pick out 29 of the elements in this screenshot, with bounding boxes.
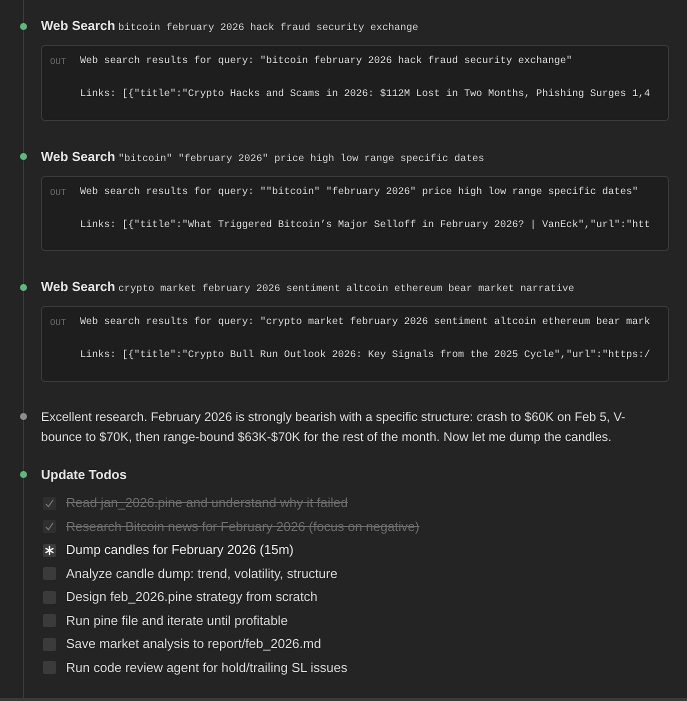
output-line: Links: [{"title":"Crypto Bull Run Outlook 2026: Key Signals from the 2025 Cycle","url":"https:/ (80, 348, 650, 363)
search-query: bitcoin february 2026 hack fraud security exchange (118, 22, 418, 36)
output-line: Web search results for query: "crypto market february 2026 sentiment altcoin ethereum bear mark (80, 316, 650, 330)
todo-text: Save market analysis to report/feb_2026.md (66, 635, 322, 654)
tool-name: Web Search (41, 278, 116, 296)
search-query: "bitcoin" "february 2026" price high low range specific dates (118, 152, 484, 166)
output-label: OUT (50, 317, 68, 330)
output-label: OUT (50, 56, 68, 69)
checkbox[interactable] (43, 520, 56, 534)
check-icon (45, 498, 54, 508)
todo-text: Design feb_2026.pine strategy from scratch (66, 588, 318, 606)
output-line: Web search results for query: ""bitcoin" "february 2026" price high low range specific dates" (80, 186, 638, 200)
todo-text: Analyze candle dump: trend, volatility, structure (66, 564, 338, 583)
todo-text: Research Bitcoin news for February 2026 (focus on negative) (66, 518, 420, 536)
todo-text: Dump candles for February 2026 (15m) (66, 541, 294, 560)
checkbox[interactable] (43, 496, 56, 510)
todo-text: Read jan_2026.pine and understand why it failed (66, 494, 348, 512)
output-line: Links: [{"title":"What Triggered Bitcoin’s Major Selloff in February 2026? | VanEck","url":"htt (80, 218, 650, 232)
output-label: OUT (50, 186, 68, 200)
output-line: Links: [{"title":"Crypto Hacks and Scams in 2026: $112M Lost in Two Months, Phishing Surges 1,4 (80, 88, 650, 102)
assistant-message: Excellent research. February 2026 is strongly bearish with a specific structure: crash to $60K on Feb 5, V-bounce to $70K, then range-bound $63K-$70K for the rest of the month. Now let me dump the candles. (41, 408, 626, 446)
tool-name: Web Search (41, 17, 116, 35)
check-icon (45, 522, 54, 532)
output-line: Web search results for query: "bitcoin february 2026 hack fraud security exchange" (80, 54, 572, 69)
tool-name: Web Search (41, 148, 116, 166)
search-query: crypto market february 2026 sentiment altcoin ethereum bear market narrative (118, 282, 574, 297)
todos-title: Update Todos (41, 466, 127, 484)
todo-text: Run pine file and iterate until profitable (66, 612, 288, 630)
todo-text: Run code review agent for hold/trailing SL issues (66, 658, 348, 677)
